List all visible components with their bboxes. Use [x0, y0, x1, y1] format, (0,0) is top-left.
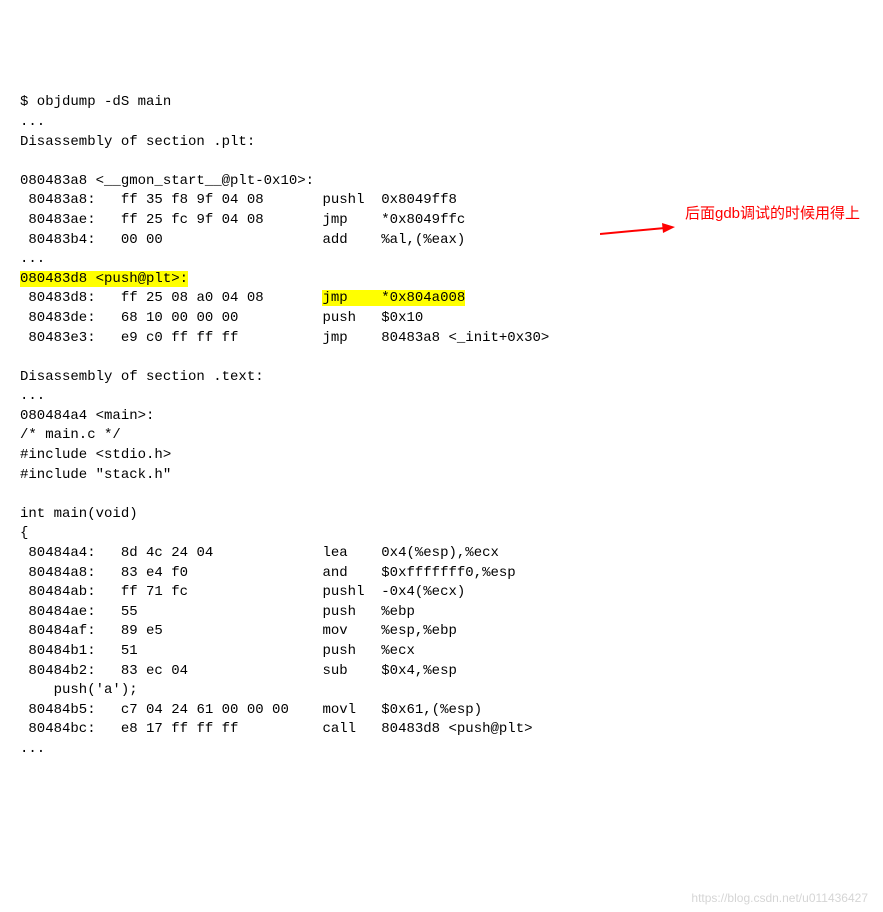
ellipsis: ...: [20, 741, 45, 757]
asm-op: add %al,(%eax): [289, 232, 465, 248]
hex: ff 35 f8 9f 04 08: [96, 192, 289, 208]
plt-section-header: Disassembly of section .plt:: [20, 134, 255, 150]
asm-op: pushl -0x4(%ecx): [289, 584, 465, 600]
addr: 80484a4:: [20, 545, 96, 561]
symbol-push-plt: 080483d8 <push@plt>:: [20, 271, 188, 287]
hex: ff 71 fc: [96, 584, 289, 600]
asm-op: and $0xfffffff0,%esp: [289, 565, 516, 581]
addr: 80484b2:: [20, 663, 96, 679]
text-section-header: Disassembly of section .text:: [20, 369, 264, 385]
asm-op: push $0x10: [289, 310, 423, 326]
addr: 80483a8:: [20, 192, 96, 208]
addr: 80483e3:: [20, 330, 96, 346]
hex: 51: [96, 643, 289, 659]
hex: 68 10 00 00 00: [96, 310, 289, 326]
addr: 80483ae:: [20, 212, 96, 228]
include-directive: #include "stack.h": [20, 467, 171, 483]
asm-op: movl $0x61,(%esp): [289, 702, 482, 718]
hex: c7 04 24 61 00 00 00: [96, 702, 289, 718]
watermark-text: https://blog.csdn.net/u011436427: [691, 890, 868, 907]
hex: 83 ec 04: [96, 663, 289, 679]
addr: 80484b5:: [20, 702, 96, 718]
func-signature: int main(void): [20, 506, 138, 522]
hex: 83 e4 f0: [96, 565, 289, 581]
addr: 80483b4:: [20, 232, 96, 248]
asm-op-highlighted: jmp *0x804a008: [322, 290, 465, 306]
addr: 80484a8:: [20, 565, 96, 581]
include-directive: #include <stdio.h>: [20, 447, 171, 463]
asm-op: push %ebp: [289, 604, 415, 620]
hex: 8d 4c 24 04: [96, 545, 289, 561]
hex: ff 25 08 a0 04 08: [96, 290, 289, 306]
annotation-text: 后面gdb调试的时候用得上: [685, 203, 860, 224]
addr: 80484b1:: [20, 643, 96, 659]
source-comment: /* main.c */: [20, 427, 121, 443]
asm-op: jmp 80483a8 <_init+0x30>: [289, 330, 549, 346]
asm-op: mov %esp,%ebp: [289, 623, 457, 639]
ellipsis: ...: [20, 251, 45, 267]
command-line: $ objdump -dS main: [20, 94, 171, 110]
asm-op: jmp *0x8049ffc: [289, 212, 465, 228]
sp: [289, 290, 323, 306]
symbol-main: 080484a4 <main>:: [20, 408, 154, 424]
hex: ff 25 fc 9f 04 08: [96, 212, 289, 228]
asm-op: lea 0x4(%esp),%ecx: [289, 545, 499, 561]
brace: {: [20, 525, 28, 541]
hex: 00 00: [96, 232, 289, 248]
addr: 80484ae:: [20, 604, 96, 620]
asm-op: sub $0x4,%esp: [289, 663, 457, 679]
symbol-gmon: 080483a8 <__gmon_start__@plt-0x10>:: [20, 173, 314, 189]
asm-op: push %ecx: [289, 643, 415, 659]
addr: 80483d8:: [20, 290, 96, 306]
hex: 89 e5: [96, 623, 289, 639]
ellipsis: ...: [20, 114, 45, 130]
source-line: push('a');: [20, 682, 138, 698]
arrow-icon: [600, 200, 680, 247]
hex: e8 17 ff ff ff: [96, 721, 289, 737]
hex: e9 c0 ff ff ff: [96, 330, 289, 346]
addr: 80483de:: [20, 310, 96, 326]
asm-op: call 80483d8 <push@plt>: [289, 721, 533, 737]
addr: 80484af:: [20, 623, 96, 639]
ellipsis: ...: [20, 388, 45, 404]
hex: 55: [96, 604, 289, 620]
addr: 80484ab:: [20, 584, 96, 600]
addr: 80484bc:: [20, 721, 96, 737]
asm-op: pushl 0x8049ff8: [289, 192, 457, 208]
